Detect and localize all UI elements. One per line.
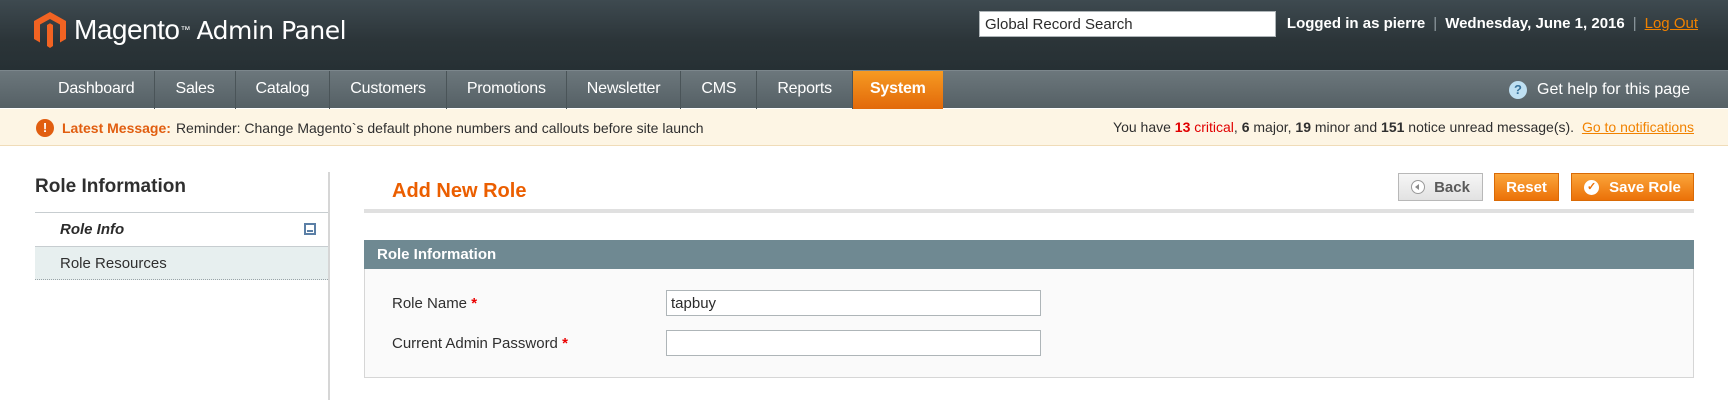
notice-label: notice unread message(s). xyxy=(1408,119,1575,135)
tab-role-resources-label: Role Resources xyxy=(60,255,167,272)
latest-message-text: Reminder: Change Magento`s default phone… xyxy=(175,120,704,136)
role-name-label: Role Name * xyxy=(392,295,477,312)
nav-item-catalog[interactable]: Catalog xyxy=(236,71,331,109)
minor-label: minor and xyxy=(1314,119,1378,135)
back-button[interactable]: Back xyxy=(1398,173,1483,201)
major-count: 6 xyxy=(1241,119,1250,135)
main-navigation: Dashboard Sales Catalog Customers Promot… xyxy=(0,70,1728,109)
nav-item-dashboard[interactable]: Dashboard xyxy=(38,71,156,109)
fieldset-header: Role Information xyxy=(364,240,1694,269)
minor-count: 19 xyxy=(1295,119,1311,135)
header-user-info: Logged in as pierre | Wednesday, June 1, 2… xyxy=(1287,15,1698,32)
fieldset-body xyxy=(364,269,1694,378)
current-admin-password-label: Current Admin Password * xyxy=(392,335,568,352)
save-role-button-label: Save Role xyxy=(1609,178,1681,196)
latest-message-label: Latest Message: xyxy=(62,120,171,136)
latest-message: ! Latest Message: Reminder: Change Magen… xyxy=(36,119,704,137)
unread-prefix: You have xyxy=(1113,119,1171,135)
logo-trademark: ™ xyxy=(180,24,191,36)
unread-messages-summary: You have 13 critical, 6 major, 19 minor … xyxy=(1113,119,1694,135)
help-link-label: Get help for this page xyxy=(1537,81,1690,98)
back-button-label: Back xyxy=(1434,178,1470,196)
sidebar-title: Role Information xyxy=(35,176,186,197)
checkmark-icon: ✓ xyxy=(1584,179,1600,195)
back-arrow-icon xyxy=(1411,180,1426,194)
reset-button-label: Reset xyxy=(1506,178,1547,196)
current-admin-password-input[interactable] xyxy=(666,330,1041,356)
logo-subtitle: Admin Panel xyxy=(196,15,347,45)
critical-label: critical xyxy=(1194,119,1234,135)
nav-menu: Dashboard Sales Catalog Customers Promot… xyxy=(38,71,943,109)
nav-item-system[interactable]: System xyxy=(852,71,943,109)
header-separator: | xyxy=(1632,15,1637,32)
logged-in-text: Logged in as pierre xyxy=(1286,15,1426,32)
global-record-search-input[interactable] xyxy=(979,11,1276,37)
sidebar-divider xyxy=(328,172,330,400)
warning-icon: ! xyxy=(36,119,54,137)
required-marker: * xyxy=(562,335,568,352)
help-link[interactable]: ? Get help for this page xyxy=(1509,71,1690,109)
tab-role-info[interactable]: Role Info xyxy=(35,212,328,246)
magento-logo[interactable]: Magento ™ Admin Panel xyxy=(34,12,347,48)
title-divider xyxy=(364,209,1694,213)
nav-item-cms[interactable]: CMS xyxy=(681,71,758,109)
nav-item-reports[interactable]: Reports xyxy=(757,71,853,109)
major-label: major, xyxy=(1253,119,1292,135)
save-role-button[interactable]: ✓ Save Role xyxy=(1571,173,1694,201)
logo-name: Magento xyxy=(74,14,180,45)
header-separator: | xyxy=(1433,15,1438,32)
top-header: Magento™ Admin Panel Logged in as pierre… xyxy=(0,0,1728,70)
logout-link[interactable]: Log Out xyxy=(1645,15,1698,32)
required-marker: * xyxy=(471,295,478,312)
help-icon: ? xyxy=(1509,81,1528,99)
reset-button[interactable]: Reset xyxy=(1494,173,1559,201)
nav-item-promotions[interactable]: Promotions xyxy=(447,71,567,109)
magento-logo-icon xyxy=(34,12,66,48)
go-to-notifications-link[interactable]: Go to notifications xyxy=(1582,119,1694,135)
tab-role-resources[interactable]: Role Resources xyxy=(35,246,328,280)
tab-role-info-label: Role Info xyxy=(60,221,125,238)
current-admin-password-label-text: Current Admin Password xyxy=(392,335,558,352)
role-name-input[interactable] xyxy=(666,290,1041,316)
sidebar-tabs: Role Info Role Resources xyxy=(35,212,328,280)
tab-changed-icon xyxy=(304,223,316,235)
system-message-bar: ! Latest Message: Reminder: Change Magen… xyxy=(0,109,1728,146)
nav-item-sales[interactable]: Sales xyxy=(155,71,236,109)
critical-count: 13 xyxy=(1174,119,1191,135)
page-title: Add New Role xyxy=(392,180,527,202)
role-name-label-text: Role Name xyxy=(392,295,468,312)
header-date: Wednesday, June 1, 2016 xyxy=(1445,15,1625,32)
nav-item-customers[interactable]: Customers xyxy=(330,71,447,109)
nav-item-newsletter[interactable]: Newsletter xyxy=(567,71,682,109)
notice-count: 151 xyxy=(1381,119,1405,135)
